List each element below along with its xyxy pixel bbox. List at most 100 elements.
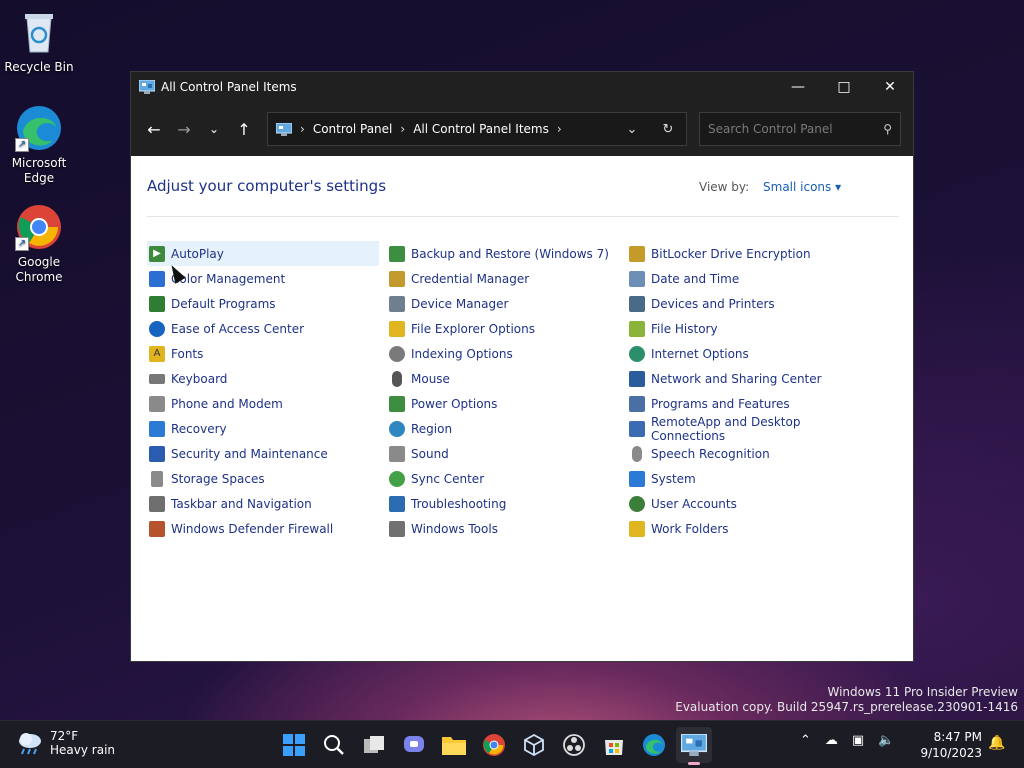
item-recovery[interactable]: Recovery (147, 416, 379, 441)
notification-bell-icon[interactable]: 🔔 (988, 735, 1005, 751)
rain-cloud-icon (19, 733, 41, 755)
item-speech-recognition[interactable]: Speech Recognition (627, 441, 859, 466)
items-column-3: BitLocker Drive Encryption Date and Time… (627, 241, 859, 541)
desktop-icon-edge[interactable]: ↗ Microsoft Edge (4, 104, 74, 186)
clock-date: 9/10/2023 (920, 746, 982, 760)
navigation-bar: ← → ⌄ ↑ › Control Panel › All Control Pa… (131, 102, 913, 156)
item-keyboard[interactable]: Keyboard (147, 366, 379, 391)
obs-icon (563, 734, 585, 756)
item-credential-manager[interactable]: Credential Manager (387, 266, 619, 291)
volume-muted-icon[interactable]: 🔈 (878, 733, 894, 748)
item-programs-features[interactable]: Programs and Features (627, 391, 859, 416)
network-icon[interactable]: ▣ (852, 733, 864, 748)
item-fonts[interactable]: A Fonts (147, 341, 379, 366)
item-storage-spaces[interactable]: Storage Spaces (147, 466, 379, 491)
item-indexing-options[interactable]: Indexing Options (387, 341, 619, 366)
windows-tools-icon (389, 520, 405, 537)
sync-icon (389, 470, 405, 487)
address-bar[interactable]: › Control Panel › All Control Panel Item… (267, 112, 687, 146)
item-sound[interactable]: Sound (387, 441, 619, 466)
item-phone-modem[interactable]: Phone and Modem (147, 391, 379, 416)
file-explorer-button[interactable] (436, 727, 472, 763)
item-taskbar-navigation[interactable]: Taskbar and Navigation (147, 491, 379, 516)
teams-chat-button[interactable] (396, 727, 432, 763)
item-system[interactable]: System (627, 466, 859, 491)
chevron-right-icon[interactable]: › (400, 122, 405, 136)
storage-spaces-icon (151, 470, 163, 487)
item-security-maintenance[interactable]: Security and Maintenance (147, 441, 379, 466)
printer-icon (629, 295, 645, 312)
task-view-button[interactable] (356, 727, 392, 763)
chevron-right-icon[interactable]: › (557, 122, 562, 136)
title-bar: All Control Panel Items — □ ✕ (131, 72, 913, 102)
item-sync-center[interactable]: Sync Center (387, 466, 619, 491)
clock[interactable]: 8:47 PM 9/10/2023 (920, 729, 982, 761)
start-button[interactable] (276, 727, 312, 763)
item-power-options[interactable]: Power Options (387, 391, 619, 416)
item-device-manager[interactable]: Device Manager (387, 291, 619, 316)
desktop-icon-recycle-bin[interactable]: Recycle Bin (4, 8, 74, 75)
item-internet-options[interactable]: Internet Options (627, 341, 859, 366)
item-file-explorer-options[interactable]: File Explorer Options (387, 316, 619, 341)
maximize-button[interactable]: □ (821, 72, 867, 102)
search-icon[interactable]: ⚲ (883, 122, 892, 136)
item-default-programs[interactable]: Default Programs (147, 291, 379, 316)
recent-locations-button[interactable]: ⌄ (199, 114, 229, 144)
desktop-icon-chrome[interactable]: ↗ Google Chrome (4, 203, 74, 285)
chat-icon (404, 736, 424, 752)
edge-taskbar-button[interactable] (636, 727, 672, 763)
item-date-time[interactable]: Date and Time (627, 266, 859, 291)
watermark-line-2: Evaluation copy. Build 25947.rs_prerelea… (675, 700, 1018, 714)
item-network-sharing[interactable]: Network and Sharing Center (627, 366, 859, 391)
shortcut-arrow-icon: ↗ (15, 237, 29, 251)
obs-button[interactable] (556, 727, 592, 763)
item-mouse[interactable]: Mouse (387, 366, 619, 391)
item-backup-restore[interactable]: Backup and Restore (Windows 7) (387, 241, 619, 266)
item-autoplay[interactable]: ▶ AutoPlay (147, 241, 379, 266)
item-bitlocker[interactable]: BitLocker Drive Encryption (627, 241, 859, 266)
item-work-folders[interactable]: Work Folders (627, 516, 859, 541)
speaker-icon (389, 445, 405, 462)
up-button[interactable]: ↑ (229, 114, 259, 144)
virtualbox-button[interactable] (516, 727, 552, 763)
edge-icon: ↗ (15, 104, 63, 152)
ease-of-access-icon (149, 320, 165, 337)
item-user-accounts[interactable]: User Accounts (627, 491, 859, 516)
close-button[interactable]: ✕ (867, 72, 913, 102)
item-region[interactable]: Region (387, 416, 619, 441)
weather-widget[interactable]: 72°F Heavy rain (16, 729, 115, 757)
item-firewall[interactable]: Windows Defender Firewall (147, 516, 379, 541)
chevron-up-icon[interactable]: ⌃ (800, 733, 811, 748)
system-icon (629, 470, 645, 487)
item-ease-of-access[interactable]: Ease of Access Center (147, 316, 379, 341)
cloud-offline-icon[interactable]: ☁ (825, 733, 838, 748)
item-devices-printers[interactable]: Devices and Printers (627, 291, 859, 316)
search-button[interactable] (316, 727, 352, 763)
minimize-button[interactable]: — (775, 72, 821, 102)
item-windows-tools[interactable]: Windows Tools (387, 516, 619, 541)
taskbar: 72°F Heavy rain ⌃ ☁ ▣ 🔈 8:47 PM 9/10/202… (0, 720, 1024, 768)
weather-temperature: 72°F (50, 729, 79, 743)
clock-icon (629, 270, 645, 287)
item-file-history[interactable]: File History (627, 316, 859, 341)
work-folders-icon (629, 520, 645, 537)
refresh-button[interactable]: ↻ (650, 122, 686, 137)
forward-button[interactable]: → (169, 114, 199, 144)
address-dropdown-button[interactable]: ⌄ (614, 122, 650, 137)
control-panel-window: All Control Panel Items — □ ✕ ← → ⌄ ↑ › … (130, 71, 914, 662)
chrome-taskbar-button[interactable] (476, 727, 512, 763)
item-troubleshooting[interactable]: Troubleshooting (387, 491, 619, 516)
breadcrumb-all-items[interactable]: All Control Panel Items (413, 122, 549, 136)
breadcrumb-control-panel[interactable]: Control Panel (313, 122, 393, 136)
view-by-dropdown[interactable]: Small icons ▾ (763, 180, 841, 194)
taskbar-icon (149, 495, 165, 512)
control-panel-taskbar-button[interactable] (676, 727, 712, 765)
back-button[interactable]: ← (139, 114, 169, 144)
internet-options-icon (629, 345, 645, 362)
search-input[interactable] (708, 122, 884, 136)
search-box[interactable]: ⚲ (699, 112, 901, 146)
view-by: View by: Small icons ▾ (699, 180, 841, 194)
store-button[interactable] (596, 727, 632, 763)
item-remoteapp[interactable]: RemoteApp and Desktop Connections (627, 415, 859, 443)
folder-options-icon (389, 320, 405, 337)
